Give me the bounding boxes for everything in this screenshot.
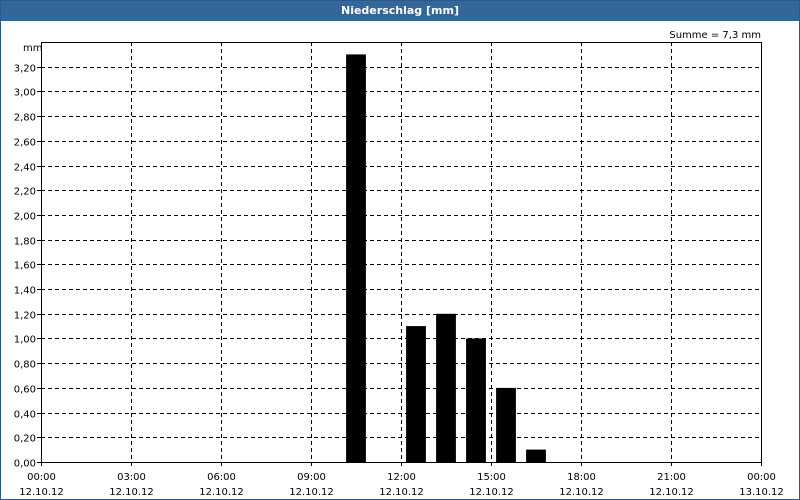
x-tick-date: 12.10.12 bbox=[559, 487, 604, 498]
x-tick-date: 12.10.12 bbox=[289, 487, 334, 498]
bar bbox=[466, 338, 486, 462]
y-tick-label: 1,80 bbox=[14, 237, 36, 248]
y-tick-label: 2,20 bbox=[14, 187, 36, 198]
y-tick-label: 2,60 bbox=[14, 138, 36, 149]
x-tick-time: 18:00 bbox=[567, 472, 596, 483]
x-tick-date: 13.10.12 bbox=[739, 487, 784, 498]
y-tick-label: 0,20 bbox=[14, 434, 36, 445]
x-tick-time: 06:00 bbox=[207, 472, 236, 483]
y-tick-label: 1,00 bbox=[14, 335, 36, 346]
x-tick-date: 12.10.12 bbox=[379, 487, 424, 498]
bar bbox=[526, 449, 546, 462]
sum-label: Summe = 7,3 mm bbox=[669, 30, 761, 41]
y-tick-label: 1,60 bbox=[14, 261, 36, 272]
x-tick-date: 12.10.12 bbox=[649, 487, 694, 498]
y-tick-label: 3,20 bbox=[14, 64, 36, 75]
bar bbox=[496, 387, 516, 462]
x-tick-date: 12.10.12 bbox=[19, 487, 64, 498]
chart-window: Niederschlag [mm] mm Summe = 7,3 mm 0,00… bbox=[0, 0, 800, 500]
x-tick-date: 12.10.12 bbox=[199, 487, 244, 498]
y-tick-label: 2,40 bbox=[14, 163, 36, 174]
x-tick-date: 12.10.12 bbox=[109, 487, 154, 498]
y-tick-label: 1,40 bbox=[14, 286, 36, 297]
x-tick-time: 00:00 bbox=[27, 472, 56, 483]
y-tick-label: 1,20 bbox=[14, 311, 36, 322]
y-tick-label: 0,80 bbox=[14, 360, 36, 371]
bar bbox=[346, 54, 366, 463]
y-tick-label: 2,00 bbox=[14, 212, 36, 223]
y-tick-label: 0,00 bbox=[14, 459, 36, 470]
x-tick-time: 12:00 bbox=[387, 472, 416, 483]
x-tick-time: 09:00 bbox=[297, 472, 326, 483]
x-tick-time: 21:00 bbox=[657, 472, 686, 483]
y-unit-label: mm bbox=[23, 43, 42, 54]
x-tick-time: 00:00 bbox=[747, 472, 776, 483]
chart-svg: mm Summe = 7,3 mm 0,00 0,20 0,40 0,60 0,80 1,… bbox=[14, 30, 784, 498]
y-tick-label: 3,00 bbox=[14, 88, 36, 99]
y-tick-label: 0,60 bbox=[14, 385, 36, 396]
x-tick-time: 03:00 bbox=[117, 472, 146, 483]
y-tick-label: 0,40 bbox=[14, 410, 36, 421]
y-tick-label: 2,80 bbox=[14, 113, 36, 124]
x-tick-time: 15:00 bbox=[477, 472, 506, 483]
bar bbox=[436, 313, 456, 462]
bar bbox=[406, 326, 426, 462]
x-tick-date: 12.10.12 bbox=[469, 487, 514, 498]
